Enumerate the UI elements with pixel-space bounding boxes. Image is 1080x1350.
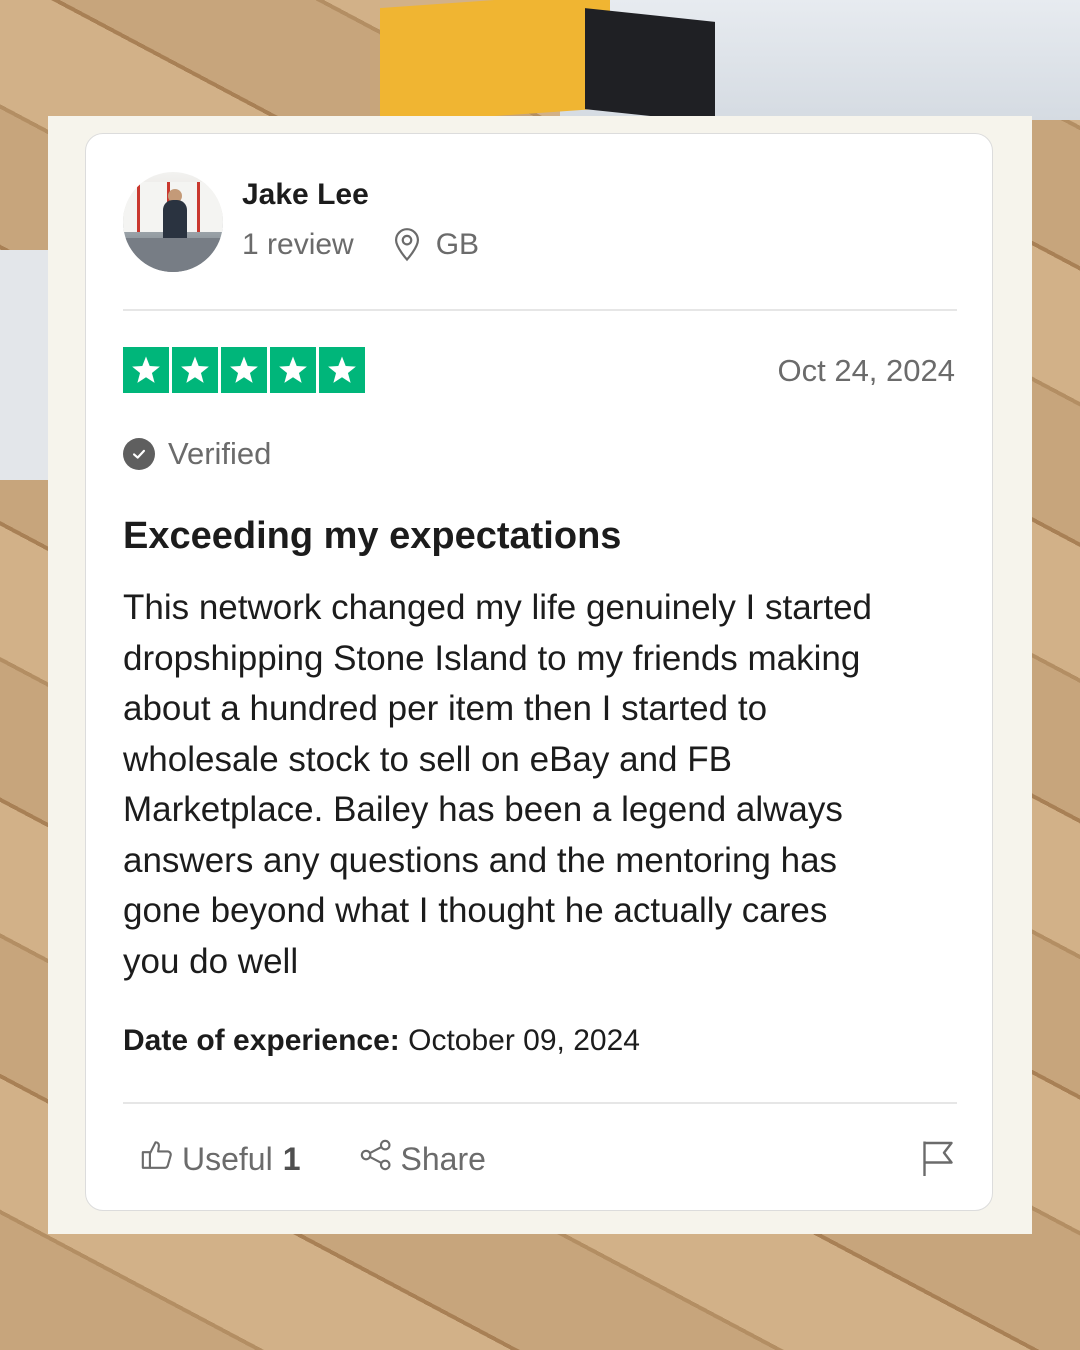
- useful-count: 1: [282, 1140, 301, 1177]
- share-button[interactable]: Share: [359, 1138, 486, 1180]
- verified-badge[interactable]: Verified: [123, 436, 271, 472]
- review-body: This network changed my life genuinely I…: [123, 588, 872, 981]
- reviewer-meta: 1 review GB: [242, 228, 479, 262]
- avatar-steps: [123, 238, 223, 272]
- report-flag-button[interactable]: [920, 1138, 956, 1178]
- experience-label: Date of experience:: [123, 1024, 400, 1057]
- date-of-experience: Date of experience: October 09, 2024: [123, 1024, 640, 1058]
- star-rating: [123, 347, 365, 393]
- useful-label: Useful: [182, 1140, 273, 1177]
- star-icon: [172, 347, 218, 393]
- star-icon: [123, 347, 169, 393]
- background-white-box: [0, 250, 48, 480]
- review-count: 1 review: [242, 228, 354, 261]
- verified-label: Verified: [168, 436, 272, 471]
- star-icon: [270, 347, 316, 393]
- share-label: Share: [400, 1140, 486, 1177]
- share-icon: [359, 1138, 401, 1180]
- location-pin-icon: [392, 228, 422, 262]
- avatar[interactable]: [123, 172, 223, 272]
- review-title: Exceeding my expectations: [123, 515, 622, 557]
- star-icon: [221, 347, 267, 393]
- reviewer-country: GB: [435, 228, 480, 261]
- review-date: Oct 24, 2024: [777, 353, 955, 388]
- reviewer-name[interactable]: Jake Lee: [242, 178, 369, 212]
- header-divider: [123, 309, 957, 311]
- useful-button[interactable]: Useful 1: [140, 1138, 301, 1180]
- review-actions: Useful 1 Share: [140, 1138, 486, 1180]
- background-black-box: [585, 8, 715, 123]
- check-circle-icon: [123, 438, 155, 470]
- background-yellow-box: [380, 0, 610, 125]
- experience-date: October 09, 2024: [408, 1024, 640, 1057]
- flag-icon: [920, 1141, 956, 1182]
- footer-divider: [123, 1102, 957, 1104]
- thumbs-up-icon: [140, 1138, 182, 1180]
- star-icon: [319, 347, 365, 393]
